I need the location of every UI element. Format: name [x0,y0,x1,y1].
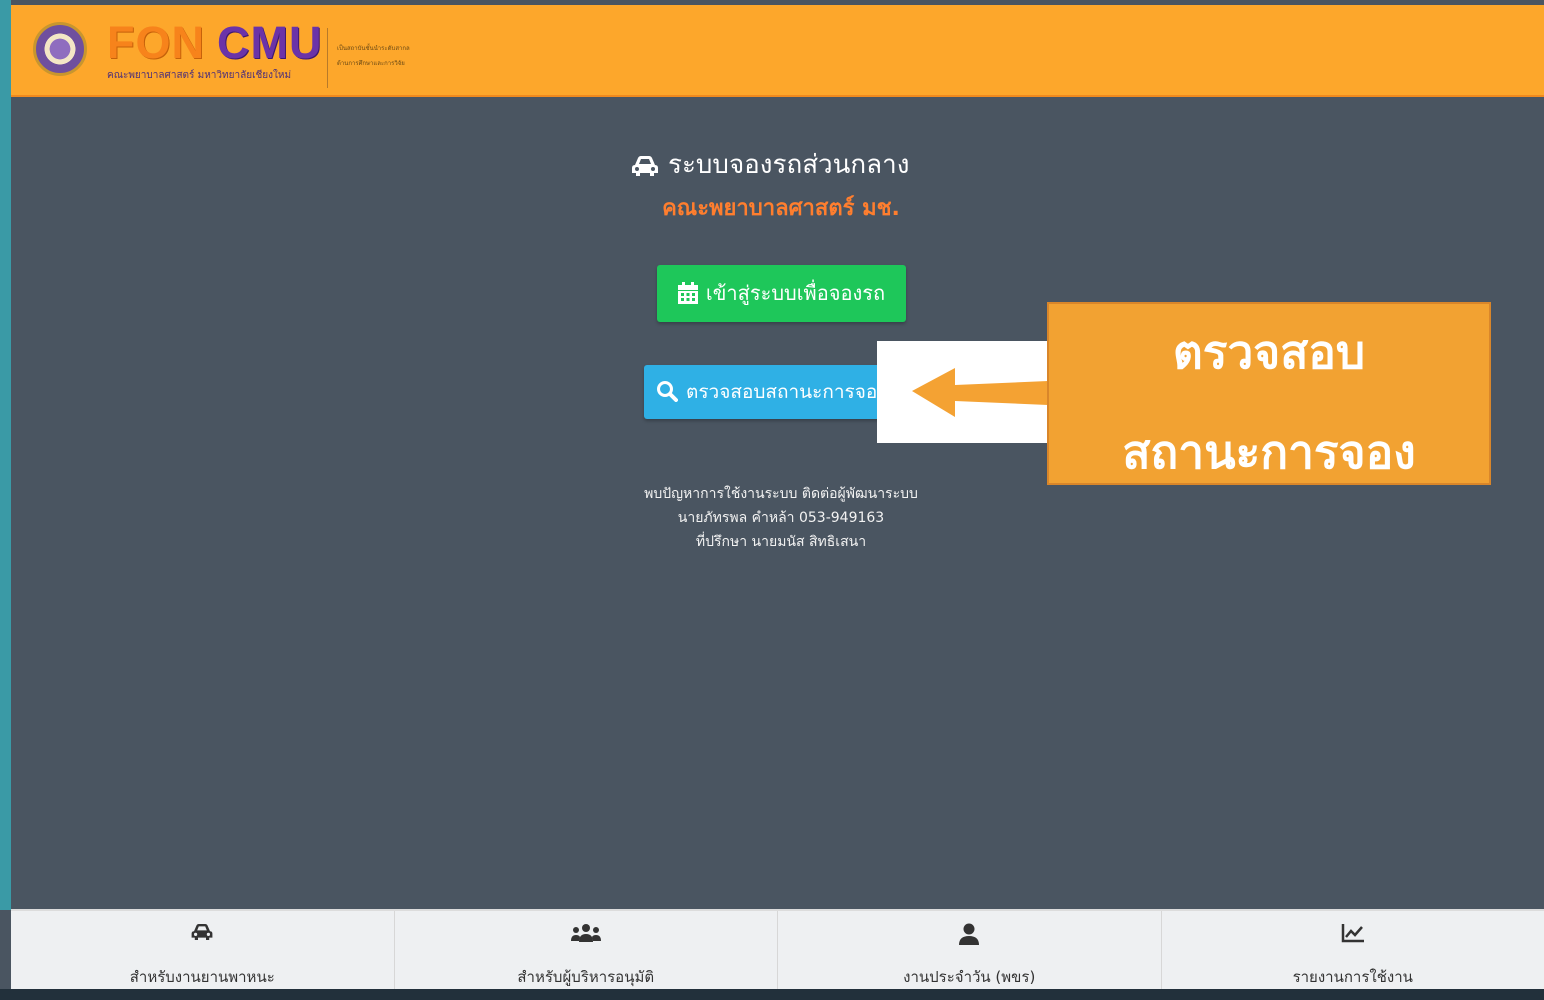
page-title-text: ระบบจองรถส่วนกลาง [668,150,910,180]
chart-icon [1341,924,1364,943]
page-title: ระบบจองรถส่วนกลาง [630,148,909,182]
callout-line-2: สถานะการจอง [1122,425,1416,479]
logo-tagline: เป็นสถาบันชั้นนำระดับสากล ด้านการศึกษาแล… [337,41,410,71]
contact-line-3: ที่ปรึกษา นายมนัส สิทธิเสนา [695,534,867,550]
tagline-line-1: เป็นสถาบันชั้นนำระดับสากล [337,45,410,52]
footer-nav: สำหรับงานยานพาหนะ สำหรับผู้บริหารอนุมัติ… [11,909,1544,991]
logo-divider [327,28,328,88]
tagline-line-2: ด้านการศึกษาและการวิจัย [337,60,405,67]
callout-line-1: ตรวจสอบ [1172,325,1366,379]
footer-item-approver[interactable]: สำหรับผู้บริหารอนุมัติ [395,911,778,991]
car-icon [632,155,658,176]
footer-item-label: รายงานการใช้งาน [1292,968,1413,986]
logo-subtitle: คณะพยาบาลศาสตร์ มหาวิทยาลัยเชียงใหม่ [107,70,292,81]
callout-box: ตรวจสอบ สถานะการจอง [1047,302,1491,485]
contact-line-2: นายภัทรพล คำหล้า 053-949163 [677,510,885,526]
footer-item-label: สำหรับงานยานพาหนะ [129,968,275,986]
footer-item-report[interactable]: รายงานการใช้งาน [1162,911,1544,991]
arrow-left-icon [912,368,1048,417]
user-icon [959,923,980,945]
logo-cmu-text: CMU [217,17,323,68]
fon-cmu-logo[interactable]: FON CMU [107,19,322,67]
footer-item-label: สำหรับผู้บริหารอนุมัติ [517,968,655,986]
book-car-button-label: เข้าสู่ระบบเพื่อจองรถ [705,281,886,305]
check-status-button-label: ตรวจสอบสถานะการจอง [686,381,887,403]
contact-info: พบปัญหาการใช้งานระบบ ติดต่อผู้พัฒนาระบบ … [0,482,1544,554]
book-car-button[interactable]: เข้าสู่ระบบเพื่อจองรถ [657,265,906,322]
faculty-subtitle: คณะพยาบาลศาสตร์ มช. [662,196,900,221]
footer-item-vehicle[interactable]: สำหรับงานยานพาหนะ [11,911,395,991]
calendar-icon [677,282,698,304]
check-status-button[interactable]: ตรวจสอบสถานะการจอง [644,365,894,419]
contact-line-1: พบปัญหาการใช้งานระบบ ติดต่อผู้พัฒนาระบบ [644,486,918,502]
users-icon [570,924,601,942]
search-icon [657,381,678,402]
car-icon [191,924,213,940]
footer-item-label: งานประจำวัน (พขร) [903,968,1036,986]
university-seal-logo [33,22,87,76]
footer-item-daily-driver[interactable]: งานประจำวัน (พขร) [778,911,1162,991]
logo-fon-text: FON [107,17,205,68]
bottom-bar [0,989,1544,1000]
left-edge-strip [0,0,11,910]
header-bar: FON CMU คณะพยาบาลศาสตร์ มหาวิทยาลัยเชียงใ… [11,5,1544,97]
